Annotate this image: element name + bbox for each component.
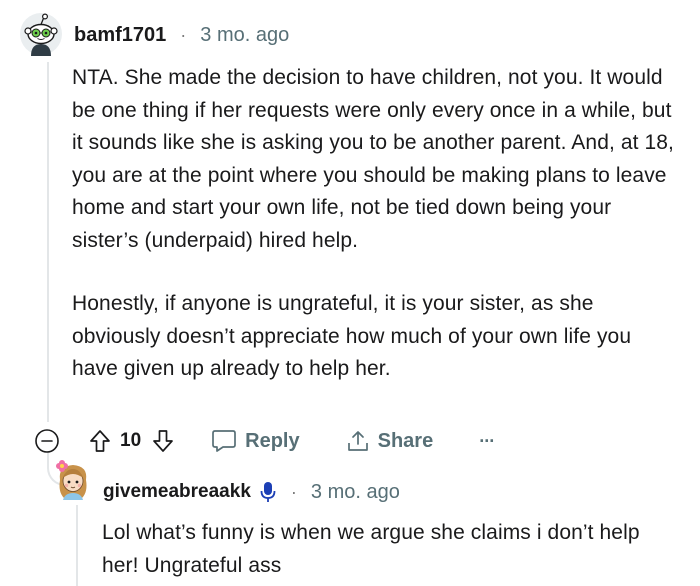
microphone-icon bbox=[260, 482, 276, 502]
comment-header: bamf1701 · 3 mo. ago bbox=[74, 22, 289, 48]
share-icon bbox=[347, 431, 368, 451]
comment-action-bar: 10 Reply Share ··· bbox=[34, 424, 495, 458]
comment-username[interactable]: bamf1701 bbox=[74, 24, 166, 47]
comment-timestamp[interactable]: 3 mo. ago bbox=[200, 24, 289, 47]
reply-timestamp[interactable]: 3 mo. ago bbox=[311, 481, 400, 504]
arrow-down-icon bbox=[153, 430, 173, 452]
comment-paragraph: Honestly, if anyone is ungrateful, it is… bbox=[72, 292, 632, 380]
upvote-button[interactable] bbox=[88, 428, 112, 454]
comment-body: NTA. She made the decision to have child… bbox=[72, 62, 678, 386]
collapse-button[interactable] bbox=[34, 428, 60, 454]
more-options-button[interactable]: ··· bbox=[479, 430, 495, 452]
reply-avatar[interactable] bbox=[52, 458, 94, 500]
vote-count: 10 bbox=[120, 430, 142, 451]
meta-separator: · bbox=[180, 24, 187, 45]
girl-avatar-icon bbox=[56, 460, 87, 500]
reply-button[interactable]: Reply bbox=[211, 429, 300, 453]
ellipsis-icon: ··· bbox=[479, 430, 495, 451]
meta-separator: · bbox=[290, 481, 297, 502]
reply-thread-line[interactable] bbox=[76, 505, 78, 586]
reply-username[interactable]: givemeabreaakk bbox=[103, 481, 251, 503]
thread-line[interactable] bbox=[47, 62, 49, 422]
arrow-up-icon bbox=[90, 430, 110, 452]
comment-paragraph: NTA. She made the decision to have child… bbox=[72, 66, 674, 252]
reply-label: Reply bbox=[245, 429, 300, 452]
share-label: Share bbox=[377, 429, 434, 452]
reply-body: Lol what’s funny is when we argue she cl… bbox=[102, 517, 682, 582]
avatar[interactable] bbox=[19, 12, 63, 56]
reply-text: Lol what’s funny is when we argue she cl… bbox=[102, 521, 640, 577]
reply-header: givemeabreaakk · 3 mo. ago bbox=[103, 479, 400, 505]
speech-bubble-icon bbox=[212, 430, 236, 452]
snoo-avatar-icon bbox=[20, 13, 62, 56]
op-badge bbox=[259, 481, 277, 503]
minus-circle-icon bbox=[35, 429, 59, 453]
share-button[interactable]: Share bbox=[346, 429, 434, 453]
downvote-button[interactable] bbox=[151, 428, 175, 454]
